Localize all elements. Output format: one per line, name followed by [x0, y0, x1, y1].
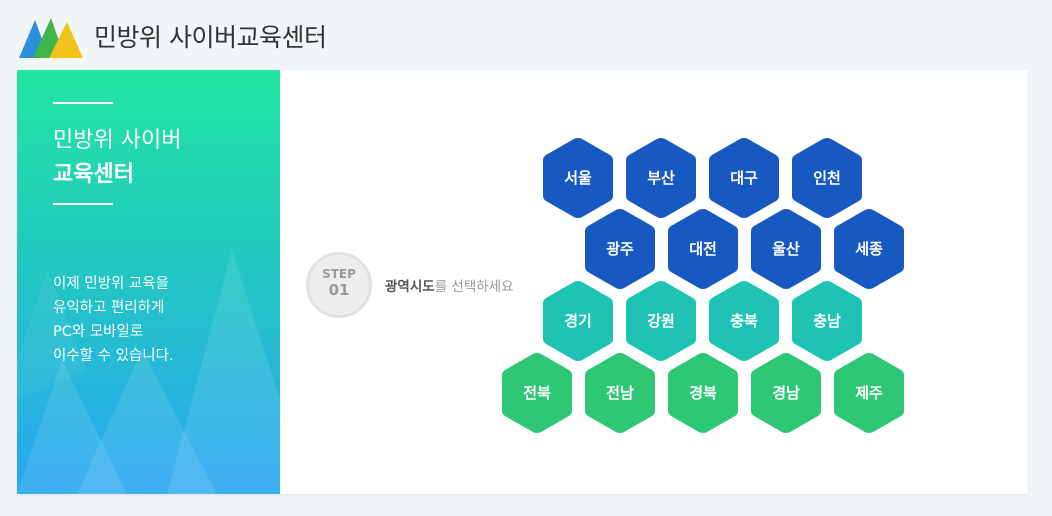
top-rule [53, 102, 113, 104]
main-panel: 민방위 사이버 교육센터 이제 민방위 교육을 유익하고 편리하게 PC와 모바… [17, 70, 1028, 494]
region-label: 충북 [730, 312, 758, 330]
step-label: STEP [322, 267, 356, 281]
region-label: 전남 [606, 384, 634, 402]
region-label: 서울 [564, 169, 592, 187]
region-label: 울산 [772, 240, 800, 258]
sidebar-description: 이제 민방위 교육을 유익하고 편리하게 PC와 모바일로 이수할 수 있습니다… [53, 276, 174, 364]
sidebar-title-line2: 교육센터 [53, 162, 134, 187]
region-label: 경남 [772, 384, 800, 402]
region-label: 세종 [855, 240, 883, 258]
region-button-gyeongbuk[interactable]: 경북 [666, 351, 740, 435]
region-button-jeonbuk[interactable]: 전북 [500, 351, 574, 435]
instruction-text: 광역시도를 선택하세요 [385, 275, 514, 295]
header: 민방위 사이버교육센터 [0, 0, 1052, 68]
region-label: 인천 [813, 169, 841, 187]
region-label: 전북 [523, 384, 551, 402]
instruction-bold: 광역시도 [385, 279, 435, 295]
site-title[interactable]: 민방위 사이버교육센터 [94, 18, 327, 54]
bottom-rule [53, 203, 113, 205]
step-number: 01 [328, 281, 350, 299]
sidebar-banner: 민방위 사이버 교육센터 이제 민방위 교육을 유익하고 편리하게 PC와 모바… [17, 70, 280, 494]
instruction-rest: 를 선택하세요 [434, 279, 514, 295]
region-label: 제주 [855, 384, 883, 402]
region-label: 충남 [813, 312, 841, 330]
mountain-logo-icon [19, 18, 83, 58]
region-button-jeju[interactable]: 제주 [832, 351, 906, 435]
sidebar-title-line1: 민방위 사이버 [53, 128, 182, 153]
step-badge: STEP 01 [306, 252, 372, 318]
region-label: 대구 [730, 169, 758, 187]
region-label: 광주 [606, 240, 634, 258]
region-button-jeonnam[interactable]: 전남 [583, 351, 657, 435]
region-label: 경북 [689, 384, 717, 402]
region-label: 강원 [647, 312, 675, 330]
region-button-gyeongnam[interactable]: 경남 [749, 351, 823, 435]
region-label: 대전 [689, 240, 717, 258]
region-label: 부산 [647, 169, 675, 187]
region-label: 경기 [564, 312, 592, 330]
